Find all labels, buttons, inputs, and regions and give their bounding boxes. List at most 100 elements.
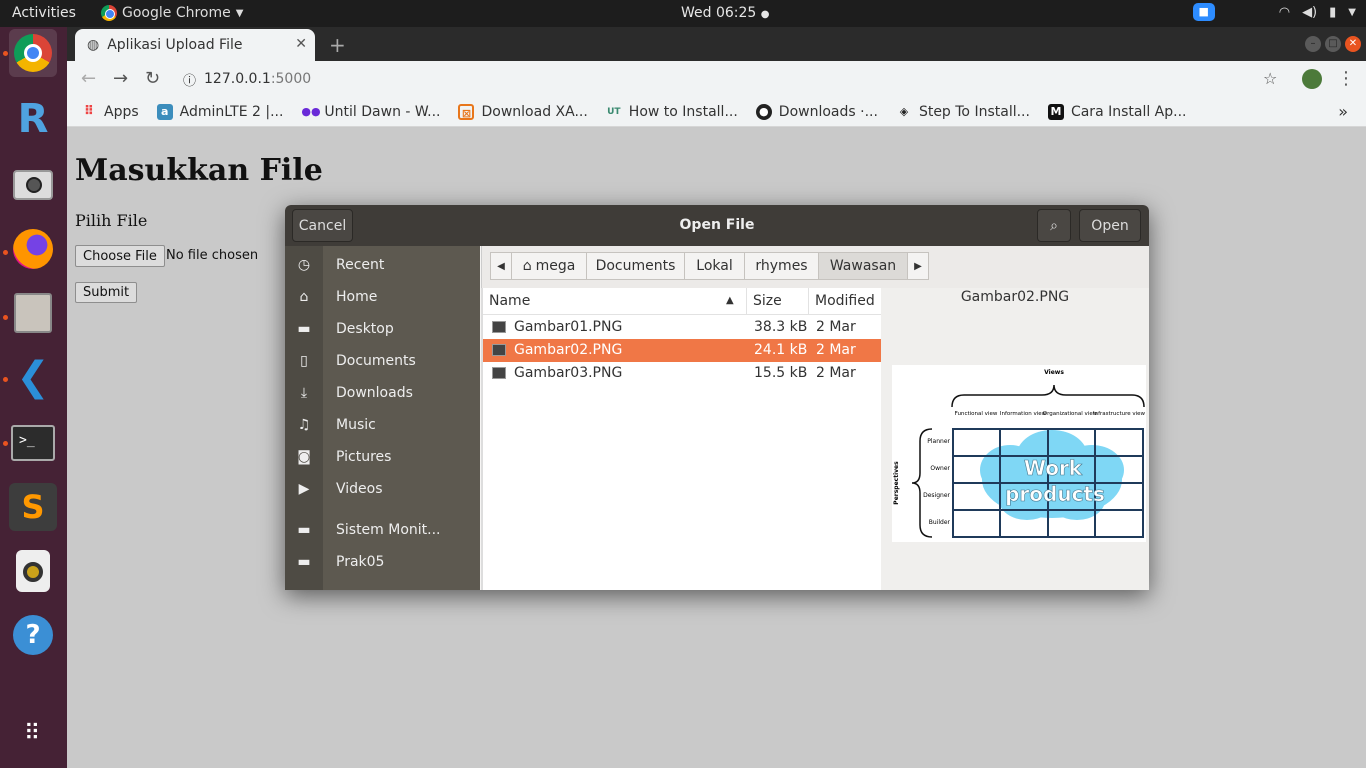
show-apps-button[interactable]: ⠿ xyxy=(9,709,57,757)
top-panel: Activities Google Chrome ▼ Wed 06:25 ● ■… xyxy=(0,0,1366,27)
close-tab-icon[interactable]: ✕ xyxy=(295,36,307,52)
app-menu[interactable]: Google Chrome ▼ xyxy=(101,5,243,21)
path-crumb[interactable]: Documents xyxy=(586,252,685,280)
rstudio-launcher[interactable]: R xyxy=(9,95,57,143)
file-cabinet-icon xyxy=(14,293,52,333)
file-row-selected[interactable]: Gambar02.PNG 24.1 kB 2 Mar xyxy=(483,339,883,362)
path-scroll-right[interactable]: ▶ xyxy=(907,252,929,280)
submit-button[interactable]: Submit xyxy=(75,282,138,303)
bookmark-item[interactable]: a AdminLTE 2 |... xyxy=(156,103,283,120)
choose-file-button[interactable]: Choose File xyxy=(75,245,165,267)
clock[interactable]: Wed 06:25 ● xyxy=(681,5,770,21)
place-downloads[interactable]: ⤓ Downloads xyxy=(285,379,480,407)
view-label: Infrastructure view xyxy=(1093,411,1146,417)
vscode-icon: ❮ xyxy=(16,354,50,400)
bookmark-star-icon[interactable]: ☆ xyxy=(1263,69,1277,88)
volume-icon[interactable]: ◀) xyxy=(1302,5,1317,20)
camera-icon xyxy=(13,170,53,200)
github-icon: ● xyxy=(755,103,772,120)
image-file-icon xyxy=(492,367,506,379)
place-sistem-monit[interactable]: ▬ Sistem Monit... xyxy=(285,516,480,544)
perspectives-title: Perspectives xyxy=(893,461,900,505)
speaker-app-launcher[interactable] xyxy=(9,547,57,595)
open-button[interactable]: Open xyxy=(1079,209,1141,242)
path-crumb-home[interactable]: ⌂ mega xyxy=(511,252,587,280)
open-label: Open xyxy=(1091,217,1129,234)
file-label: Pilih File xyxy=(75,211,148,230)
clock-icon: ◷ xyxy=(297,257,311,273)
minimize-button[interactable]: – xyxy=(1305,36,1321,52)
search-button[interactable]: ⌕ xyxy=(1037,209,1071,242)
reload-button[interactable]: ↻ xyxy=(145,68,160,89)
running-indicator xyxy=(3,377,8,382)
sublime-launcher[interactable]: S xyxy=(9,483,57,531)
views-title: Views xyxy=(1044,369,1064,376)
browser-tab[interactable]: ◍ Aplikasi Upload File ✕ xyxy=(75,29,315,61)
file-row[interactable]: Gambar03.PNG 15.5 kB 2 Mar xyxy=(483,362,883,385)
system-tray[interactable]: ■ ◠ ◀) ▮ ▼ xyxy=(1192,3,1356,21)
firefox-launcher[interactable] xyxy=(9,225,57,273)
crumb-label: mega xyxy=(535,258,576,274)
bookmark-item[interactable]: ● Downloads ·... xyxy=(755,103,878,120)
home-icon: ⌂ xyxy=(522,258,532,274)
bookmark-item[interactable]: M Cara Install Ap... xyxy=(1047,103,1187,120)
bookmarks-overflow-icon[interactable]: » xyxy=(1338,102,1348,121)
vscode-launcher[interactable]: ❮ xyxy=(9,353,57,401)
column-modified[interactable]: Modified xyxy=(815,293,875,309)
crumb-label: Lokal xyxy=(696,258,733,274)
menu-icon[interactable]: ⋮ xyxy=(1337,68,1355,89)
running-indicator xyxy=(3,250,8,255)
path-crumb[interactable]: rhymes xyxy=(744,252,819,280)
chevron-down-icon: ▼ xyxy=(235,7,244,19)
bookmark-item[interactable]: ●● Until Dawn - W... xyxy=(301,104,440,120)
maximize-button[interactable]: □ xyxy=(1325,36,1341,52)
activities-button[interactable]: Activities xyxy=(12,5,76,21)
app-menu-label: Google Chrome xyxy=(122,5,231,21)
new-tab-button[interactable]: + xyxy=(329,33,346,57)
info-icon[interactable]: ⓘ xyxy=(183,70,196,89)
place-music[interactable]: ♫ Music xyxy=(285,411,480,439)
column-size[interactable]: Size xyxy=(753,293,782,309)
preview-image: Views Functional view Information view O… xyxy=(892,365,1146,542)
dock: R ❮ >_ S ? ⠿ xyxy=(0,27,67,768)
place-home[interactable]: ⌂ Home xyxy=(285,283,480,311)
wifi-icon[interactable]: ◠ xyxy=(1279,5,1290,20)
forward-button[interactable]: → xyxy=(113,68,128,89)
file-preview-pane: Gambar02.PNG Views Functional view Infor… xyxy=(881,288,1149,590)
bookmark-item[interactable]: ⠿ Apps xyxy=(81,104,139,120)
column-name[interactable]: Name xyxy=(489,293,530,309)
file-row[interactable]: Gambar01.PNG 38.3 kB 2 Mar xyxy=(483,316,883,339)
bookmark-label: Cara Install Ap... xyxy=(1070,103,1187,120)
firefox-icon xyxy=(13,229,53,269)
place-desktop[interactable]: ▬ Desktop xyxy=(285,315,480,343)
profile-avatar[interactable] xyxy=(1302,69,1322,89)
path-crumb[interactable]: Lokal xyxy=(684,252,745,280)
help-launcher[interactable]: ? xyxy=(9,611,57,659)
place-documents[interactable]: ▯ Documents xyxy=(285,347,480,375)
place-label: Documents xyxy=(336,353,416,369)
camera-app-launcher[interactable] xyxy=(9,161,57,209)
zoom-icon[interactable]: ■ xyxy=(1192,3,1215,21)
place-prak05[interactable]: ▬ Prak05 xyxy=(285,548,480,576)
chrome-launcher[interactable] xyxy=(9,29,57,77)
place-pictures[interactable]: ◙ Pictures xyxy=(285,443,480,471)
place-label: Desktop xyxy=(336,321,394,337)
chevron-down-icon[interactable]: ▼ xyxy=(1348,7,1356,18)
battery-icon[interactable]: ▮ xyxy=(1329,5,1336,20)
back-button[interactable]: ← xyxy=(81,68,96,89)
close-window-button[interactable]: ✕ xyxy=(1345,36,1361,52)
place-recent[interactable]: ◷ Recent xyxy=(285,251,480,279)
path-crumb-current[interactable]: Wawasan xyxy=(818,252,908,280)
path-scroll-left[interactable]: ◀ xyxy=(490,252,512,280)
open-file-dialog: Cancel Open File ⌕ Open ◷ Recent ⌂ Home ▬ D… xyxy=(285,205,1149,590)
place-videos[interactable]: ▶ Videos xyxy=(285,475,480,503)
sort-ascending-icon: ▲ xyxy=(726,295,734,306)
terminal-launcher[interactable]: >_ xyxy=(9,419,57,467)
address-bar[interactable]: ⓘ 127.0.0.1:5000 xyxy=(183,67,1303,91)
bookmark-item[interactable]: UT How to Install... xyxy=(606,104,738,120)
files-launcher[interactable] xyxy=(9,289,57,337)
bookmark-item[interactable]: ⊠ Download XA... xyxy=(458,103,588,120)
bookmark-item[interactable]: ◈ Step To Install... xyxy=(896,104,1030,120)
running-indicator xyxy=(3,315,8,320)
file-modified: 2 Mar xyxy=(816,342,856,358)
